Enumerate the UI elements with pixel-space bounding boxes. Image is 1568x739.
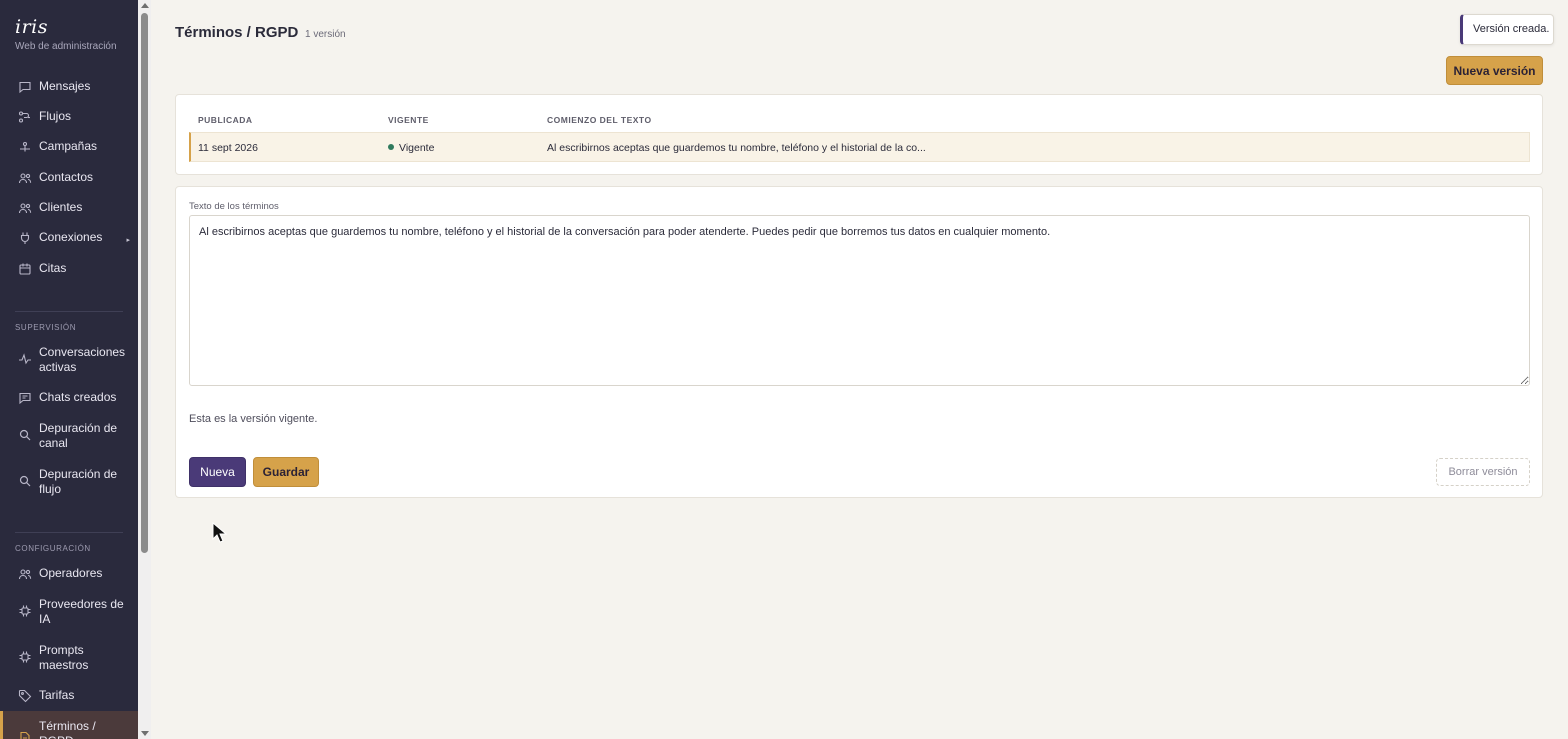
sidebar-item-label: Operadores [39,566,103,580]
sidebar-item-contactos[interactable]: Contactos [0,170,138,185]
text-start: Al escribirnos aceptas que guardemos tu … [547,142,926,154]
column-header-current: VIGENTE [388,115,429,125]
search-icon [18,474,32,488]
page-title: Términos / RGPD [175,24,299,41]
terms-textarea[interactable]: Al escribirnos aceptas que guardemos tu … [189,215,1530,386]
sidebar-item-tarifas[interactable]: Tarifas [0,688,138,703]
sidebar-item-label: Campañas [39,139,98,153]
sidebar-divider [15,532,123,533]
sidebar-item-depuracion-canal[interactable]: Depuración de canal [0,421,138,451]
sidebar-item-campanas[interactable]: Campañas [0,139,138,154]
toast-notification: Versión creada. [1460,14,1554,45]
plug-icon [18,231,32,245]
users-icon [18,567,32,581]
chat-icon [18,391,32,405]
scroll-down-arrow-icon[interactable] [141,731,149,736]
section-heading-supervision: SUPERVISIÓN [15,323,77,332]
new-button[interactable]: Nueva [189,457,246,487]
sidebar-item-terminos-rgpd[interactable]: Términos / RGPD [0,711,138,739]
campaign-icon [18,140,32,154]
sidebar-item-label: Conexiones [39,230,103,244]
chip-icon [18,650,32,664]
new-version-button[interactable]: Nueva versión [1446,56,1543,85]
sidebar-item-label: Tarifas [39,688,75,702]
sidebar-divider [15,311,123,312]
scroll-up-arrow-icon[interactable] [141,3,149,8]
flow-icon [18,110,32,124]
delete-version-button[interactable]: Borrar versión [1436,458,1530,486]
mouse-cursor-icon [212,522,228,543]
logo[interactable]: iris [15,16,123,38]
sidebar-item-label: Proveedores de IA [39,597,124,626]
sidebar-item-label: Flujos [39,109,72,123]
sidebar-item-conexiones[interactable]: Conexiones ▸ [0,230,138,248]
sidebar-item-conversaciones-activas[interactable]: Conversaciones activas [0,345,138,375]
terms-text-label: Texto de los términos [189,201,279,212]
save-button[interactable]: Guardar [253,457,319,487]
sidebar-item-label: Prompts maestros [39,643,89,672]
table-row[interactable]: 11 sept 2026 Vigente Al escribirnos acep… [189,132,1530,162]
section-heading-configuracion: CONFIGURACIÓN [15,544,91,553]
sidebar: iris Web de administración Mensajes Fluj… [0,0,138,739]
activity-icon [18,352,32,366]
tag-icon [18,689,32,703]
sidebar-item-label: Contactos [39,170,94,184]
sidebar-item-operadores[interactable]: Operadores [0,566,138,581]
brand: iris Web de administración [0,0,138,52]
sidebar-item-label: Depuración de canal [39,421,118,450]
sidebar-scrollbar[interactable] [138,0,151,739]
message-icon [18,80,32,94]
sidebar-item-label: Clientes [39,200,83,214]
sidebar-item-mensajes[interactable]: Mensajes [0,79,138,94]
search-icon [18,428,32,442]
brand-subtitle: Web de administración [15,41,117,52]
calendar-icon [18,262,32,276]
chip-icon [18,604,32,618]
column-header-published: PUBLICADA [198,115,253,125]
status-label: Vigente [399,142,435,154]
version-status-text: Esta es la versión vigente. [189,413,318,425]
status-dot-icon [388,144,394,150]
sidebar-item-label: Chats creados [39,390,117,404]
sidebar-item-citas[interactable]: Citas [0,261,138,276]
scrollbar-thumb[interactable] [141,13,148,553]
sidebar-item-label: Mensajes [39,79,91,93]
sidebar-item-flujos[interactable]: Flujos [0,109,138,124]
version-count: 1 versión [305,29,346,40]
sidebar-item-label: Conversaciones activas [39,345,126,374]
sidebar-item-clientes[interactable]: Clientes [0,200,138,215]
status-badge: Vigente [388,142,434,154]
sidebar-item-prompts-maestros[interactable]: Prompts maestros [0,643,138,673]
versions-table: PUBLICADA VIGENTE COMIENZO DEL TEXTO 11 … [175,94,1543,175]
sidebar-item-label: Citas [39,261,67,275]
users-icon [18,201,32,215]
sidebar-item-chats-creados[interactable]: Chats creados [0,390,138,405]
column-header-text-start: COMIENZO DEL TEXTO [547,115,652,125]
sidebar-item-label: Términos / RGPD [39,719,96,739]
terms-editor: Texto de los términos Al escribirnos ace… [175,186,1543,498]
sidebar-item-proveedores-ia[interactable]: Proveedores de IA [0,597,138,627]
sidebar-item-label: Depuración de flujo [39,467,118,496]
published-date: 11 sept 2026 [198,142,258,154]
sidebar-item-depuracion-flujo[interactable]: Depuración de flujo [0,467,138,497]
submenu-arrow-icon: ▸ [126,237,130,244]
users-icon [18,171,32,185]
document-icon [18,731,32,739]
